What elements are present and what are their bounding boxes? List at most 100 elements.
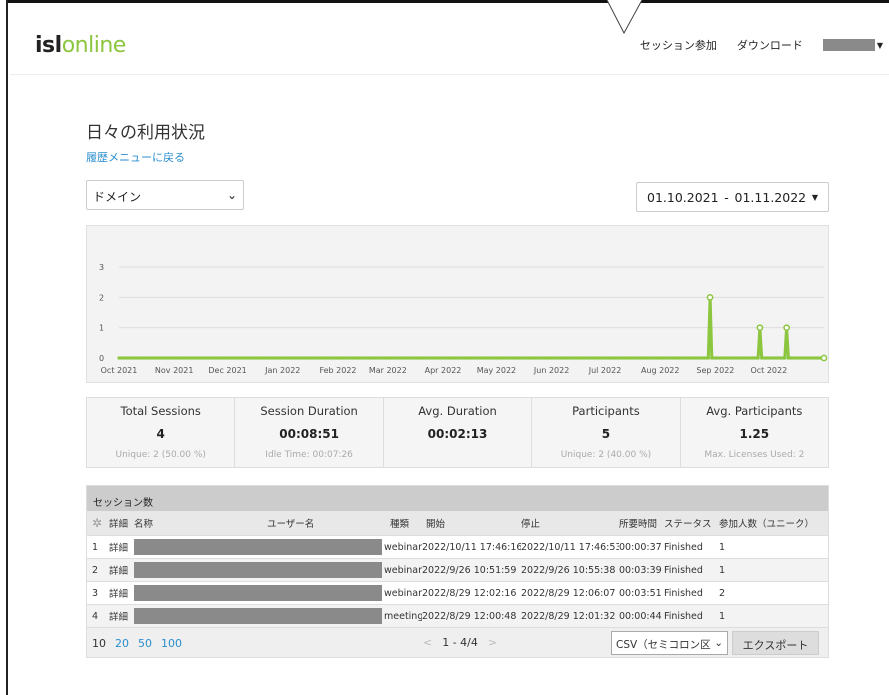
next-page-button[interactable]: > — [488, 636, 497, 649]
page-size-options: 10 20 50 100 — [92, 637, 182, 650]
stat-avg-participants: Avg. Participants 1.25 Max. Licenses Use… — [681, 398, 828, 467]
row-start: 2022/9/26 10:51:59 — [422, 564, 517, 576]
row-start: 2022/10/11 17:46:16 — [422, 541, 521, 553]
row-name-redacted — [134, 608, 384, 624]
user-menu-redacted[interactable] — [822, 39, 875, 51]
domain-select[interactable]: ドメイン ⌄ — [86, 180, 244, 210]
stat-value: 5 — [601, 427, 611, 441]
x-tick-label: Aug 2022 — [641, 366, 680, 375]
page-size-50[interactable]: 50 — [138, 637, 152, 650]
data-point-end — [820, 354, 828, 362]
logo-isl-text: isl — [35, 33, 62, 58]
stat-label: Avg. Participants — [706, 404, 803, 418]
stats-panel: Total Sessions 4 Unique: 2 (50.00 %) Ses… — [86, 397, 829, 468]
chart-svg: 0 1 2 3 Oct 2021 Nov 2021 Dec 2021 Jan 2022 Feb … — [99, 263, 828, 375]
header-start[interactable]: 開始 — [422, 516, 521, 530]
x-tick-label: Jun 2022 — [533, 366, 569, 375]
x-tick-label: Dec 2021 — [208, 366, 246, 375]
header-status[interactable]: ステータス — [664, 516, 719, 530]
row-status: Finished — [664, 564, 703, 576]
row-detail-link[interactable]: 詳細 — [109, 540, 134, 554]
row-status: Finished — [664, 541, 703, 553]
export-format-value: CSV（セミコロン区 — [616, 639, 711, 651]
header-name-label: 名称 — [134, 519, 154, 530]
page-size-20[interactable]: 20 — [115, 637, 129, 650]
header-duration[interactable]: 所要時間 — [619, 516, 664, 530]
date-range-picker[interactable]: 01.10.2021 - 01.11.2022 ▼ — [636, 182, 829, 212]
stat-sub: Unique: 2 (40.00 %) — [560, 450, 652, 460]
row-detail-link[interactable]: 詳細 — [109, 563, 134, 577]
table-row[interactable]: 2 詳細 webinar 2022/9/26 10:51:59 2022/9/2… — [87, 558, 828, 581]
row-stop: 2022/8/29 12:01:32 — [521, 610, 616, 622]
row-status: Finished — [664, 587, 703, 599]
prev-page-button[interactable]: < — [423, 636, 432, 649]
islonline-logo[interactable]: islonline — [35, 33, 126, 58]
stat-session-duration: Session Duration 00:08:51 Idle Time: 00:… — [235, 398, 384, 467]
daily-usage-chart: 0 1 2 3 Oct 2021 Nov 2021 Dec 2021 Jan 2022 Feb … — [86, 225, 829, 383]
stat-sub: Max. Licenses Used: 2 — [704, 450, 805, 460]
row-start: 2022/8/29 12:00:48 — [422, 610, 517, 622]
user-menu-caret-icon[interactable]: ▼ — [877, 41, 883, 50]
header-stop[interactable]: 停止 — [521, 516, 619, 530]
nav-join-session[interactable]: セッション参加 — [640, 37, 717, 53]
header-name[interactable]: 名称 ユーザー名 — [134, 516, 384, 530]
back-to-history-link[interactable]: 履歴メニューに戻る — [86, 149, 185, 165]
page-size-10[interactable]: 10 — [92, 637, 106, 650]
x-tick-label: Oct 2021 — [101, 366, 138, 375]
header-type[interactable]: 種類 — [384, 516, 422, 530]
column-settings-gear-icon[interactable]: ✲ — [87, 516, 109, 530]
export-button[interactable]: エクスポート — [732, 631, 819, 655]
row-stop: 2022/9/26 10:55:38 — [521, 564, 616, 576]
data-point — [756, 356, 760, 360]
stat-value: 1.25 — [739, 427, 770, 441]
table-row[interactable]: 3 詳細 webinar 2022/8/29 12:02:16 2022/8/2… — [87, 581, 828, 604]
row-status: Finished — [664, 610, 703, 622]
date-to: 01.11.2022 — [734, 190, 807, 205]
row-participants: 1 — [719, 564, 726, 576]
stat-sub: Unique: 2 (50.00 %) — [115, 450, 206, 460]
header-detail[interactable]: 詳細 — [109, 516, 134, 530]
header-participants[interactable]: 参加人数（ユニーク） — [719, 516, 819, 530]
row-type: webinar — [384, 587, 422, 599]
chevron-down-icon: ⌄ — [714, 637, 723, 649]
row-name-redacted — [134, 585, 384, 601]
row-name-redacted — [134, 562, 384, 578]
stat-label: Participants — [572, 404, 640, 418]
stat-label: Total Sessions — [120, 404, 201, 418]
stat-participants: Participants 5 Unique: 2 (40.00 %) — [532, 398, 681, 467]
x-tick-label: Jan 2022 — [264, 366, 300, 375]
row-participants: 1 — [719, 541, 726, 553]
x-tick-label: Oct 2022 — [750, 366, 787, 375]
nav-download[interactable]: ダウンロード — [737, 37, 803, 53]
table-row[interactable]: 4 詳細 meeting 2022/8/29 12:00:48 2022/8/2… — [87, 604, 828, 627]
row-index: 2 — [92, 564, 99, 576]
row-participants: 1 — [719, 610, 726, 622]
x-tick-label: Nov 2021 — [155, 366, 194, 375]
row-detail-link[interactable]: 詳細 — [109, 609, 134, 623]
x-tick-label: Mar 2022 — [369, 366, 407, 375]
y-tick-label: 1 — [99, 324, 104, 333]
window-left-border — [0, 0, 8, 695]
stat-avg-duration: Avg. Duration 00:02:13 — [384, 398, 533, 467]
stat-value: 4 — [156, 427, 165, 441]
sessions-table: セッション数 ✲ 詳細 名称 ユーザー名 種類 開始 停止 所要時間 ステータス… — [86, 485, 829, 658]
table-row[interactable]: 1 詳細 webinar 2022/10/11 17:46:16 2022/10… — [87, 535, 828, 558]
x-tick-label: Apr 2022 — [425, 366, 462, 375]
x-tick-label: Jul 2022 — [588, 366, 622, 375]
pagination: < 1 - 4/4 > — [423, 636, 497, 649]
row-name-redacted — [134, 539, 384, 555]
top-nav: セッション参加 ダウンロード ▼ — [640, 37, 889, 53]
row-index: 4 — [92, 610, 99, 622]
data-point-peak — [783, 324, 790, 332]
date-separator: - — [724, 190, 729, 205]
row-type: meeting — [384, 610, 422, 622]
export-format-select[interactable]: CSV（セミコロン区 ⌄ — [611, 631, 728, 655]
table-footer: 10 20 50 100 < 1 - 4/4 > CSV（セミコロン区 ⌄ エク… — [87, 627, 828, 657]
row-duration: 00:03:39 — [619, 564, 662, 576]
caret-down-icon: ▼ — [811, 193, 818, 202]
header-user[interactable]: ユーザー名 — [267, 516, 314, 530]
row-detail-link[interactable]: 詳細 — [109, 586, 134, 600]
row-type: webinar — [384, 541, 422, 553]
page-size-100[interactable]: 100 — [161, 637, 182, 650]
y-tick-label: 3 — [99, 263, 104, 272]
